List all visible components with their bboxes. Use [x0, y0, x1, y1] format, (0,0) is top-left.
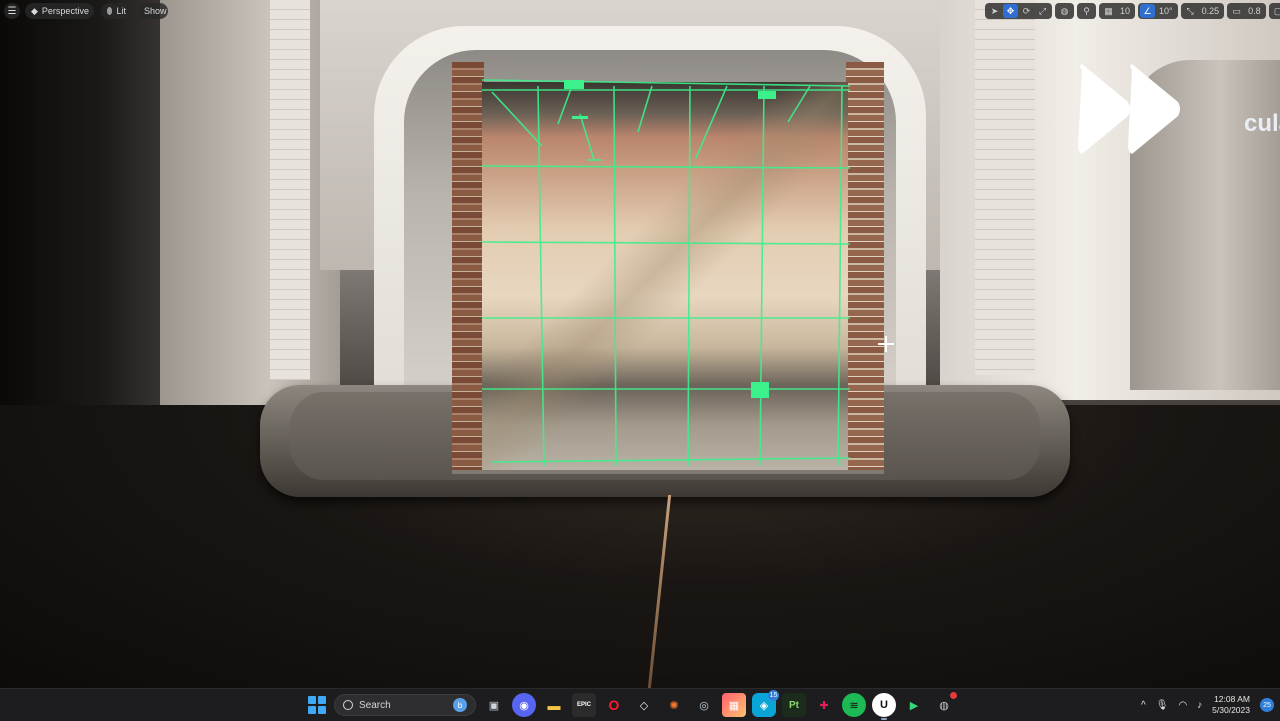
- task-view-icon[interactable]: ▣: [482, 693, 506, 717]
- overlay-text: cula: [1244, 110, 1280, 137]
- grid-snap-value: 10: [1120, 6, 1131, 16]
- fast-forward-icon: [1078, 64, 1180, 154]
- wifi-icon[interactable]: ◠: [1178, 700, 1187, 711]
- scale-snap-value: 0.25: [1201, 6, 1220, 16]
- move-icon[interactable]: ✥: [1003, 4, 1018, 18]
- transform-mode-group: ➤ ✥ ⟳ ⤢: [985, 3, 1052, 19]
- rotation-snap-value: 10°: [1159, 6, 1173, 16]
- level-viewport[interactable]: cula ☰ ◆ Perspective Lit Show ➤ ✥ ⟳ ⤢ ◍ …: [0, 0, 1280, 688]
- unreal-engine-icon[interactable]: U: [872, 693, 896, 720]
- spotify-icon[interactable]: ≋: [842, 693, 866, 717]
- ubisoft-badge: 15: [768, 690, 779, 701]
- left-panel: [160, 0, 340, 410]
- camera-icon: ▭: [1232, 5, 1241, 16]
- microphone-icon[interactable]: 🎙︎: [1156, 700, 1169, 711]
- windows-taskbar: Search b ▣ ◉ ▬ EPIC O ◇ ✺ ◎ ▦ ◈ 15 Pt ✚ …: [0, 688, 1280, 721]
- perspective-button[interactable]: ◆ Perspective: [25, 3, 94, 19]
- opera-icon[interactable]: O: [602, 693, 626, 717]
- camera-speed-group[interactable]: ▭ 0.8: [1227, 3, 1266, 19]
- rotation-snap-group[interactable]: ∠ 10°: [1138, 3, 1178, 19]
- epic-games-icon[interactable]: EPIC: [572, 693, 596, 717]
- discord-icon[interactable]: ◉: [512, 693, 536, 717]
- angle-icon: ∠: [1140, 4, 1156, 18]
- grid-handles: [564, 80, 776, 398]
- clock-time: 12:08 AM: [1214, 694, 1250, 704]
- bing-icon: b: [453, 698, 467, 712]
- rotate-icon[interactable]: ⟳: [1019, 4, 1034, 18]
- left-pillar: [270, 0, 310, 380]
- search-placeholder: Search: [359, 699, 391, 711]
- search-icon: [343, 700, 353, 710]
- cube-icon: ◆: [31, 5, 38, 16]
- grid-icon: ▦: [1104, 5, 1113, 16]
- system-tray: ^ 🎙︎ ◠ ♪ 12:08 AM 5/30/2023 25: [1141, 689, 1274, 721]
- deformation-grid[interactable]: [452, 62, 884, 474]
- camera-speed-value: 0.8: [1248, 6, 1261, 16]
- left-wall: [0, 0, 170, 410]
- photos-icon[interactable]: ▦: [722, 693, 746, 717]
- lit-sphere-icon: [107, 7, 113, 15]
- taskbar-search-box[interactable]: Search b: [334, 694, 476, 716]
- file-explorer-icon[interactable]: ▬: [542, 693, 566, 717]
- scale-snap-group[interactable]: ⤡ 0.25: [1180, 3, 1225, 19]
- coordinate-space-group: ◍: [1055, 3, 1074, 19]
- taskbar-center: Search b ▣ ◉ ▬ EPIC O ◇ ✺ ◎ ▦ ◈ 15 Pt ✚ …: [306, 689, 957, 721]
- surface-snap-icon[interactable]: ⚲: [1079, 4, 1094, 18]
- slack-icon[interactable]: ✚: [812, 693, 836, 717]
- surface-snap-group: ⚲: [1077, 3, 1096, 19]
- github-desktop-icon[interactable]: ◍: [932, 692, 957, 717]
- right-pillar: [975, 0, 1035, 375]
- notification-badge[interactable]: 25: [1260, 698, 1274, 712]
- show-label: Show: [144, 6, 167, 16]
- select-cursor-icon[interactable]: ➤: [987, 4, 1002, 18]
- clock[interactable]: 12:08 AM 5/30/2023: [1212, 694, 1250, 716]
- ubisoft-glyph: ◈: [759, 699, 769, 712]
- steam-icon[interactable]: ◎: [692, 693, 716, 717]
- github-alert-dot: [950, 692, 957, 699]
- selected-actor-cube[interactable]: [452, 62, 884, 474]
- show-button[interactable]: Show: [138, 3, 168, 19]
- maximize-group: ▢: [1268, 3, 1280, 19]
- windows-start-icon[interactable]: [306, 694, 328, 716]
- scale-icon[interactable]: ⤢: [1035, 4, 1050, 18]
- mouse-cursor-crosshair: [878, 336, 894, 352]
- substance-painter-icon[interactable]: Pt: [782, 693, 806, 717]
- clock-date: 5/30/2023: [1212, 705, 1250, 715]
- unity-icon[interactable]: ◇: [632, 693, 656, 717]
- world-globe-icon[interactable]: ◍: [1057, 4, 1072, 18]
- ubisoft-icon[interactable]: ◈ 15: [752, 690, 779, 717]
- grid-snap-group[interactable]: ▦ 10: [1099, 3, 1136, 19]
- tray-chevron-icon[interactable]: ^: [1141, 700, 1146, 711]
- hamburger-icon: ☰: [7, 5, 17, 17]
- transform-toolbar: ➤ ✥ ⟳ ⤢ ◍ ⚲ ▦ 10 ∠ 10° ⤡ 0.25 ▭ 0.8 ▢: [985, 3, 1280, 19]
- perspective-label: Perspective: [41, 6, 89, 16]
- rider-icon[interactable]: ▶: [902, 693, 926, 717]
- lit-label: Lit: [116, 6, 126, 16]
- viewport-menu-button[interactable]: ☰: [4, 3, 20, 19]
- view-mode-button[interactable]: Lit: [101, 3, 132, 19]
- volume-icon[interactable]: ♪: [1197, 700, 1202, 711]
- scale-snap-icon: ⤡: [1186, 5, 1194, 16]
- maximize-viewport-icon[interactable]: ▢: [1271, 4, 1280, 18]
- github-glyph: ◍: [939, 699, 949, 712]
- blender-icon[interactable]: ✺: [662, 693, 686, 717]
